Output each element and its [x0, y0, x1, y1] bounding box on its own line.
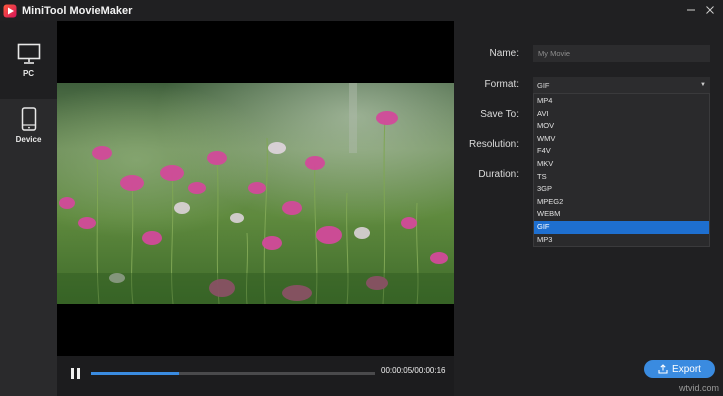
- app-logo-icon: [3, 4, 17, 17]
- format-option-mkv[interactable]: MKV: [534, 158, 709, 171]
- app-window: MiniTool MovieMaker PC Device 00:00:05/0…: [0, 0, 723, 396]
- app-title: MiniTool MovieMaker: [22, 4, 133, 17]
- format-select-value: GIF: [537, 80, 550, 90]
- minimize-icon[interactable]: [683, 2, 699, 18]
- format-option-avi[interactable]: AVI: [534, 108, 709, 121]
- chevron-down-icon: ▼: [700, 82, 706, 88]
- export-settings-panel: Name: Format: GIF ▼ Save To: Resolution:…: [454, 21, 723, 396]
- name-label: Name:: [489, 48, 519, 59]
- nav-item-label: PC: [22, 68, 35, 78]
- export-button-label: Export: [672, 363, 701, 375]
- format-option-mp4[interactable]: MP4: [534, 95, 709, 108]
- save-to-label: Save To:: [480, 109, 519, 120]
- nav-item-device[interactable]: Device: [0, 99, 57, 157]
- format-option-gif[interactable]: GIF: [534, 220, 709, 234]
- format-dropdown-list: MP4 AVI MOV WMV F4V MKV TS 3GP MPEG2 WEBM GIF MP3: [533, 93, 710, 248]
- video-preview-panel: 00:00:05/00:00:16: [57, 21, 454, 396]
- format-label: Format:: [484, 79, 519, 90]
- name-input[interactable]: [533, 45, 710, 62]
- pause-icon: [71, 368, 74, 379]
- format-option-ts[interactable]: TS: [534, 171, 709, 184]
- upload-icon: [658, 364, 668, 374]
- resolution-label: Resolution:: [468, 139, 519, 150]
- playback-controls: 00:00:05/00:00:16: [57, 356, 454, 396]
- title-bar: MiniTool MovieMaker: [0, 0, 723, 21]
- export-target-nav: PC Device: [0, 21, 57, 396]
- format-option-3gp[interactable]: 3GP: [534, 183, 709, 196]
- seek-bar[interactable]: [91, 372, 375, 375]
- pause-button[interactable]: [71, 367, 85, 381]
- phone-icon: [21, 107, 36, 131]
- video-frame-flowers: [57, 83, 454, 304]
- seek-progress: [91, 372, 180, 375]
- format-option-mp3[interactable]: MP3: [534, 234, 709, 247]
- format-option-webm[interactable]: WEBM: [534, 208, 709, 221]
- format-option-wmv[interactable]: WMV: [534, 133, 709, 146]
- format-option-f4v[interactable]: F4V: [534, 145, 709, 158]
- nav-item-label: Device: [15, 135, 42, 144]
- time-readout: 00:00:05/00:00:16: [381, 366, 446, 375]
- monitor-icon: [17, 43, 40, 64]
- duration-label: Duration:: [478, 169, 519, 180]
- close-icon[interactable]: [702, 2, 718, 18]
- format-option-mov[interactable]: MOV: [534, 120, 709, 133]
- watermark: wtvid.com: [678, 383, 719, 393]
- nav-item-pc[interactable]: PC: [0, 21, 57, 99]
- export-button[interactable]: Export: [644, 360, 715, 378]
- format-option-mpeg2[interactable]: MPEG2: [534, 196, 709, 209]
- format-select[interactable]: GIF ▼: [533, 77, 710, 93]
